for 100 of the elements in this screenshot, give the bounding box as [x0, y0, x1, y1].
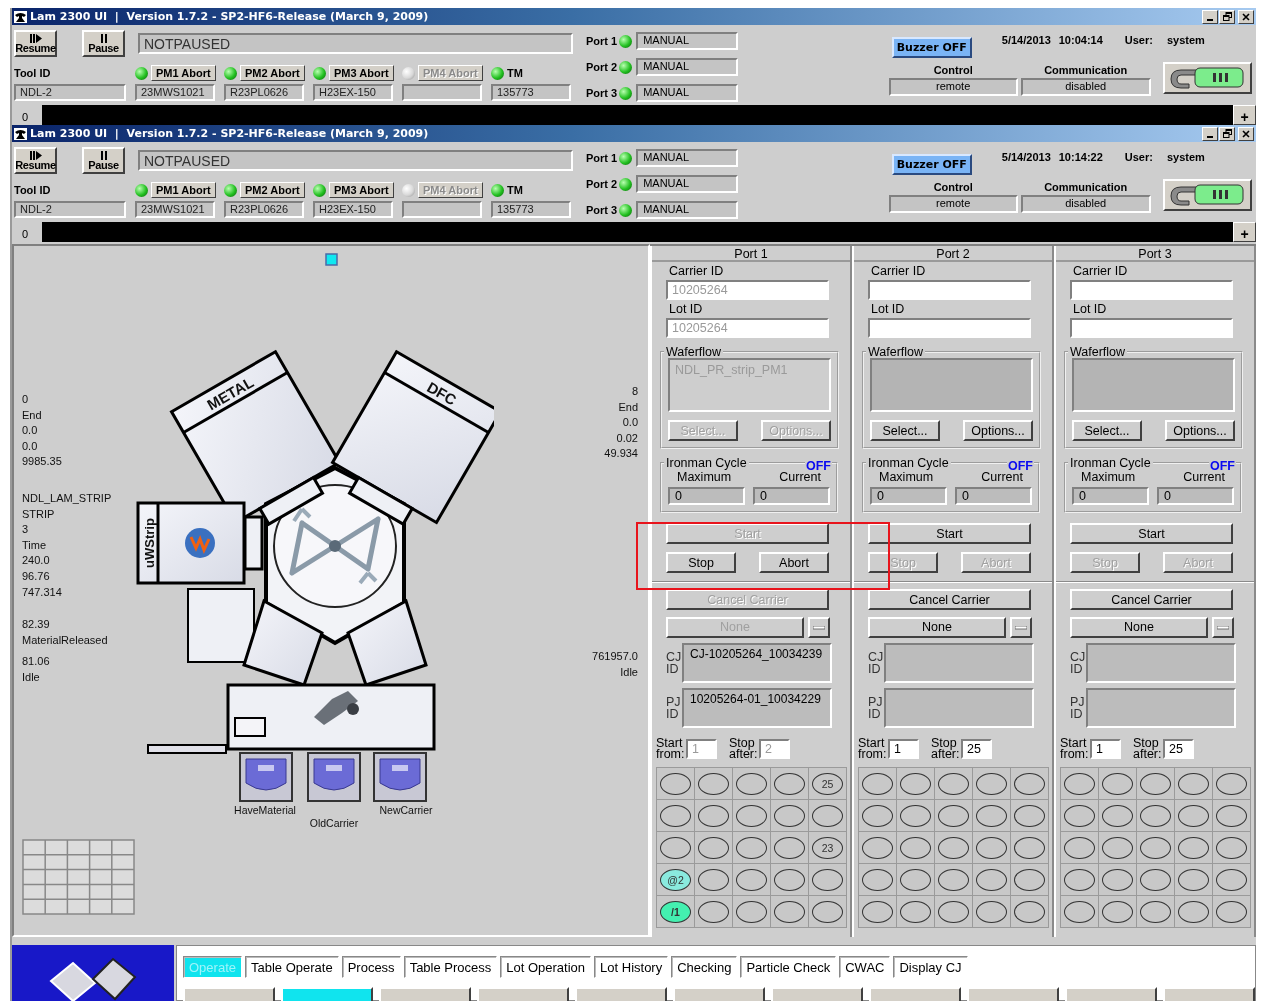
- toolbar-button[interactable]: [771, 987, 863, 1001]
- minimize-icon: [1207, 135, 1213, 138]
- nav-tab[interactable]: Display CJ: [893, 956, 968, 978]
- select-button[interactable]: Select...: [870, 420, 940, 441]
- nav-tab[interactable]: Process: [341, 956, 401, 978]
- nav-tab[interactable]: Lot Operation: [500, 956, 592, 978]
- nav-tab[interactable]: Table Operate: [245, 956, 339, 978]
- dash-icon: [813, 625, 825, 630]
- add-button[interactable]: +: [1233, 222, 1256, 242]
- start-from-label: Start from:: [656, 737, 686, 761]
- readout-text: 761957.0: [592, 648, 638, 664]
- close-button[interactable]: [1238, 9, 1254, 24]
- lot-id-field[interactable]: [1070, 318, 1233, 338]
- nav-tab[interactable]: Table Process: [403, 956, 498, 978]
- abort-button[interactable]: PM2 Abort: [240, 65, 305, 81]
- chamber-label: DFC: [424, 378, 460, 409]
- stop-after-label: Stop after:: [931, 737, 961, 761]
- ironman-label: Ironman Cycle: [1069, 457, 1152, 469]
- abort-button[interactable]: PM3 Abort: [329, 65, 394, 81]
- pause-button[interactable]: Pause: [82, 30, 125, 57]
- add-button[interactable]: +: [1233, 105, 1256, 125]
- stop-after-field[interactable]: 25: [961, 739, 992, 759]
- start-from-field[interactable]: 1: [888, 739, 919, 759]
- cj-id-field: CJ-10205264_10034239: [682, 643, 832, 683]
- connection-button[interactable]: [1162, 179, 1252, 211]
- nav-tab[interactable]: Checking: [671, 956, 738, 978]
- communication-field: disabled: [1020, 195, 1151, 213]
- port-label: Port 1: [585, 152, 618, 164]
- start-from-label: Start from:: [1060, 737, 1090, 761]
- port-mode-field: MANUAL: [636, 32, 739, 50]
- readout-text: 96.76: [22, 568, 50, 584]
- lot-id-field[interactable]: [868, 318, 1031, 338]
- waferflow-label: Waferflow: [665, 346, 723, 358]
- nav-tab[interactable]: Lot History: [594, 956, 669, 978]
- resume-icon: [28, 150, 43, 160]
- abort-button[interactable]: PM1 Abort: [151, 182, 216, 198]
- toolbar-button[interactable]: [379, 987, 471, 1001]
- message-count: 0: [21, 110, 30, 125]
- waferflow-list[interactable]: [870, 358, 1033, 412]
- toolbar-button[interactable]: [869, 987, 961, 1001]
- cancel-carrier-button[interactable]: Cancel Carrier: [1070, 589, 1233, 610]
- restore-button[interactable]: [1219, 9, 1235, 24]
- wafer-slot: /1: [660, 900, 691, 923]
- readout-text: 49.934: [604, 446, 638, 462]
- user-name: system: [1166, 34, 1205, 46]
- readout-text: 82.39: [22, 617, 50, 633]
- module-label: TM: [507, 184, 523, 196]
- stop-button[interactable]: Stop: [666, 552, 736, 573]
- carrier-label: NewCarrier: [379, 804, 433, 816]
- buzzer-button[interactable]: Buzzer OFF: [891, 37, 972, 58]
- connection-button[interactable]: [1162, 62, 1252, 94]
- toolbar-button[interactable]: [1163, 987, 1255, 1001]
- carrier-id-field[interactable]: [868, 280, 1031, 300]
- carrier-id-label: Carrier ID: [871, 265, 927, 278]
- toolbar-button[interactable]: [673, 987, 765, 1001]
- abort-button[interactable]: PM3 Abort: [329, 182, 394, 198]
- time-text: 10:04:14: [1058, 34, 1103, 46]
- stop-after-field[interactable]: 25: [1163, 739, 1194, 759]
- pause-button[interactable]: Pause: [82, 147, 125, 174]
- toolbar-button[interactable]: [575, 987, 667, 1001]
- nav-tab[interactable]: CWAC: [839, 956, 891, 978]
- recipe-dropdown[interactable]: None: [868, 617, 1006, 638]
- pause-icon: [99, 150, 108, 160]
- toolbar-button[interactable]: [967, 987, 1059, 1001]
- minimize-button[interactable]: [1202, 126, 1218, 141]
- abort-button[interactable]: PM2 Abort: [240, 182, 305, 198]
- select-button[interactable]: Select...: [1072, 420, 1142, 441]
- dropdown-button[interactable]: [808, 617, 830, 638]
- time-text: 10:14:22: [1058, 151, 1103, 163]
- module-value-field: 23MWS1021: [135, 84, 215, 101]
- ironman-status: OFF: [805, 459, 832, 473]
- abort-button[interactable]: PM1 Abort: [151, 65, 216, 81]
- close-button[interactable]: [1238, 126, 1254, 141]
- minimize-button[interactable]: [1202, 9, 1218, 24]
- dropdown-button[interactable]: [1212, 617, 1234, 638]
- cj-id-label: CJ ID: [868, 651, 882, 675]
- port-heading: Port 1: [652, 246, 850, 262]
- toolbar-button[interactable]: [477, 987, 569, 1001]
- cancel-carrier-button[interactable]: Cancel Carrier: [868, 589, 1031, 610]
- ironman-label: Ironman Cycle: [867, 457, 950, 469]
- start-button[interactable]: Start: [868, 523, 1031, 544]
- buzzer-button[interactable]: Buzzer OFF: [891, 154, 972, 175]
- toolbar-button[interactable]: [183, 987, 275, 1001]
- toolbar-button[interactable]: [281, 987, 373, 1001]
- carrier-id-field[interactable]: [1070, 280, 1233, 300]
- carrier-id-label: Carrier ID: [669, 265, 725, 278]
- carrier-id-label: Carrier ID: [1073, 265, 1129, 278]
- restore-button[interactable]: [1219, 126, 1235, 141]
- toolbar-button[interactable]: [1065, 987, 1157, 1001]
- start-from-field[interactable]: 1: [1090, 739, 1121, 759]
- recipe-dropdown[interactable]: None: [1070, 617, 1208, 638]
- waferflow-list[interactable]: [1072, 358, 1235, 412]
- nav-tab[interactable]: Particle Check: [740, 956, 837, 978]
- options-button[interactable]: Options...: [1165, 420, 1235, 441]
- options-button[interactable]: Options...: [963, 420, 1033, 441]
- start-button[interactable]: Start: [1070, 523, 1233, 544]
- abort-button[interactable]: Abort: [759, 552, 829, 573]
- carrier-label: HaveMaterial: [234, 804, 296, 816]
- control-label: Control: [932, 181, 974, 195]
- dropdown-button[interactable]: [1010, 617, 1032, 638]
